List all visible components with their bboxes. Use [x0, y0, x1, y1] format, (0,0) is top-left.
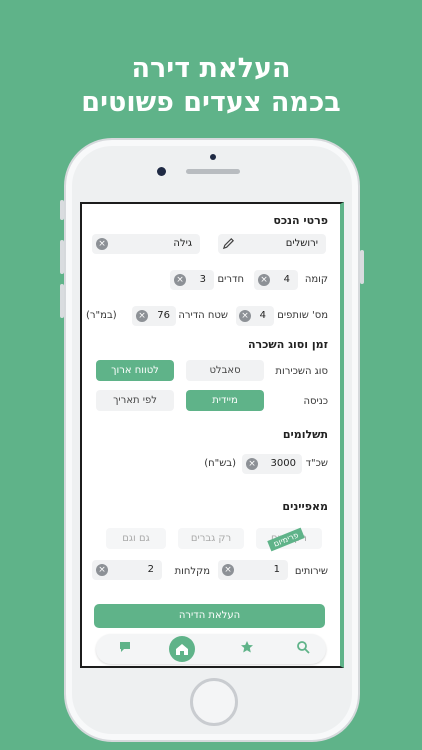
rent-field[interactable]: 3000 × — [242, 454, 302, 474]
area-value: 76 — [157, 310, 170, 321]
clear-icon[interactable]: × — [136, 310, 148, 322]
option-both[interactable]: גם וגם — [106, 528, 166, 549]
side-button-volume-up — [60, 240, 64, 274]
clear-icon[interactable]: × — [258, 274, 270, 286]
rent-unit: (בש"ח) — [204, 458, 236, 469]
floor-label: קומה — [304, 274, 328, 285]
side-button-power — [360, 250, 364, 284]
search-icon[interactable] — [294, 640, 312, 658]
rent-label: שכ"ד — [305, 458, 328, 469]
option-immediate[interactable]: מיידית — [186, 390, 264, 411]
roommates-field[interactable]: 4 × — [236, 306, 274, 326]
floor-field[interactable]: 4 × — [254, 270, 298, 290]
rooms-value: 3 — [199, 274, 206, 285]
home-button[interactable] — [190, 678, 238, 726]
proximity-sensor — [210, 154, 216, 160]
clear-icon[interactable]: × — [222, 564, 234, 576]
neighborhood-value: גילה — [173, 238, 192, 249]
neighborhood-field[interactable]: גילה × — [92, 234, 200, 254]
earpiece-speaker — [186, 169, 240, 174]
section-title-rental: זמן וסוג השכרה — [247, 338, 328, 351]
star-icon[interactable] — [238, 640, 256, 658]
toilets-label: שירותים — [294, 566, 328, 577]
pencil-icon — [222, 237, 235, 253]
clear-icon[interactable]: × — [96, 238, 108, 250]
rooms-label: חדרים — [217, 274, 244, 285]
home-icon[interactable] — [169, 636, 195, 662]
area-label: שטח הדירה — [178, 310, 228, 321]
showers-value: 2 — [147, 564, 154, 575]
city-value: ירושלים — [285, 238, 318, 249]
toilets-field[interactable]: 1 × — [218, 560, 288, 580]
city-field[interactable]: ירושלים — [218, 234, 326, 254]
roommates-label: מס' שותפים — [277, 310, 328, 321]
entry-label: כניסה — [303, 396, 328, 407]
headline-line-1: העלאת דירה — [131, 53, 291, 84]
bottom-nav — [96, 634, 326, 664]
side-button-mute — [60, 200, 64, 220]
section-title-payments: תשלומים — [282, 428, 328, 441]
headline: העלאת דירה בכמה צעדים פשוטים — [0, 52, 422, 120]
roommates-value: 4 — [259, 310, 266, 321]
clear-icon[interactable]: × — [96, 564, 108, 576]
clear-icon[interactable]: × — [239, 310, 251, 322]
rooms-field[interactable]: 3 × — [170, 270, 214, 290]
clear-icon[interactable]: × — [174, 274, 186, 286]
front-camera — [157, 167, 166, 176]
section-title-property: פרטי הנכס — [273, 214, 328, 227]
option-men-only[interactable]: רק גברים — [178, 528, 244, 549]
area-unit: (במ"ר) — [86, 310, 117, 321]
area-field[interactable]: 76 × — [132, 306, 176, 326]
side-button-volume-down — [60, 284, 64, 318]
showers-label: מקלחות — [174, 566, 210, 577]
showers-field[interactable]: 2 × — [92, 560, 162, 580]
option-sublet[interactable]: סאבלט — [186, 360, 264, 381]
clear-icon[interactable]: × — [246, 458, 258, 470]
floor-value: 4 — [283, 274, 290, 285]
option-by-date[interactable]: לפי תאריך — [96, 390, 174, 411]
section-title-features: מאפיינים — [282, 500, 328, 513]
rental-type-label: סוג השכירות — [275, 366, 328, 377]
upload-apartment-button[interactable]: העלאת הדירה — [94, 604, 325, 628]
headline-line-2: בכמה צעדים פשוטים — [81, 87, 341, 118]
toilets-value: 1 — [273, 564, 280, 575]
chat-icon[interactable] — [116, 640, 134, 658]
option-long-term[interactable]: לטווח ארוך — [96, 360, 174, 381]
rent-value: 3000 — [270, 458, 296, 469]
app-screen: פרטי הנכס ירושלים גילה × קומה 4 × חדרים … — [80, 202, 344, 668]
